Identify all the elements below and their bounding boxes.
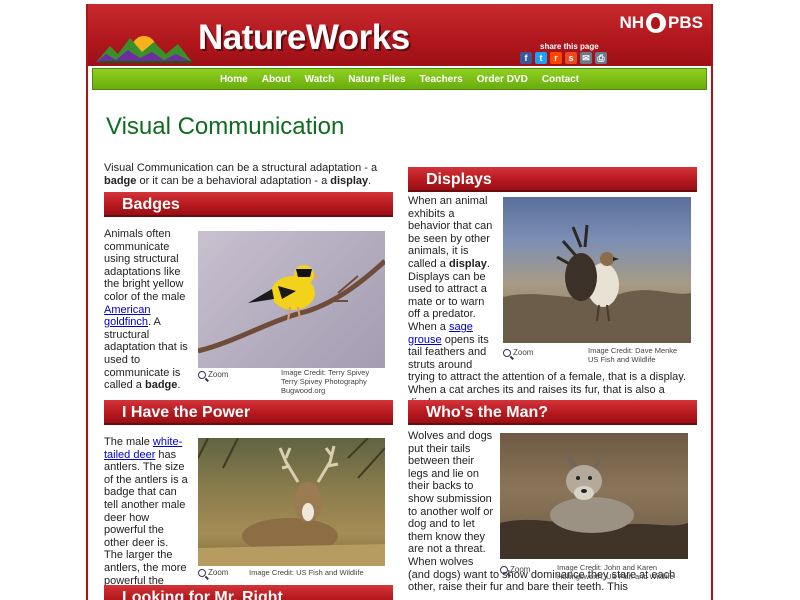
- zoom-label: Zoom: [208, 568, 229, 577]
- deer-credit: Image Credit: US Fish and Wildlife: [249, 568, 364, 577]
- section-heading-mr-right: Looking for Mr. Right: [104, 585, 393, 600]
- nhpbs-logo-pbs: PBS: [668, 13, 703, 32]
- reddit-icon[interactable]: r: [550, 52, 562, 64]
- goldfinch-photo[interactable]: [198, 231, 385, 368]
- credit-line: Terry Spivey Photography: [281, 377, 367, 386]
- intro-badge-term: badge: [104, 174, 137, 187]
- goldfinch-credit: Image Credit: Terry Spivey Terry Spivey …: [281, 368, 369, 395]
- print-icon[interactable]: ⎙: [595, 52, 607, 64]
- credit-line: Bugwood.org: [281, 386, 326, 395]
- intro-text-3: .: [368, 174, 372, 187]
- magnifier-icon: [198, 370, 206, 379]
- credit-line: US Fish and Wildlife: [588, 355, 656, 364]
- power-text-2: has antlers. The size of the antlers is …: [104, 448, 188, 600]
- stumbleupon-icon[interactable]: s: [565, 52, 577, 64]
- share-label: share this page: [540, 42, 599, 51]
- wolf-photo[interactable]: [500, 433, 688, 559]
- wolf-credit: Image Credit: John and Karen Hollingswor…: [557, 563, 674, 581]
- email-icon[interactable]: ✉: [580, 52, 592, 64]
- section-heading-power: I Have the Power: [104, 400, 393, 425]
- credit-line: Image Credit: Terry Spivey: [281, 368, 370, 377]
- sage-grouse-credit: Image Credit: Dave Menke US Fish and Wil…: [588, 346, 677, 364]
- section-heading-badges: Badges: [104, 192, 393, 217]
- section-heading-displays: Displays: [408, 167, 697, 192]
- nhpbs-logo[interactable]: NH PBS: [619, 13, 703, 33]
- intro-text-2: or it can be a behavioral adaptation - a: [136, 174, 331, 187]
- page-title: Visual Communication: [106, 113, 345, 140]
- pbs-head-icon: [646, 13, 667, 33]
- zoom-wolf[interactable]: Zoom: [500, 565, 530, 574]
- deer-photo[interactable]: [198, 438, 385, 566]
- main-nav: Home About Watch Nature Files Teachers Order …: [92, 68, 707, 90]
- nav-teachers[interactable]: Teachers: [413, 74, 470, 85]
- nav-nature-files[interactable]: Nature Files: [341, 74, 412, 85]
- badges-text: Animals often communicate using structur…: [104, 228, 189, 392]
- magnifier-icon: [500, 565, 508, 574]
- zoom-label: Zoom: [510, 565, 531, 574]
- nav-watch[interactable]: Watch: [298, 74, 342, 85]
- facebook-icon[interactable]: f: [520, 52, 532, 64]
- site-title[interactable]: NatureWorks: [198, 18, 410, 58]
- credit-line: Image Credit: John and Karen: [557, 563, 658, 572]
- display-term: display: [448, 257, 487, 270]
- sage-grouse-image-art: [503, 224, 691, 343]
- twitter-icon[interactable]: t: [535, 52, 547, 64]
- credit-line: Image Credit: Dave Menke: [588, 346, 678, 355]
- nav-home[interactable]: Home: [213, 74, 255, 85]
- magnifier-icon: [503, 348, 511, 357]
- badge-term: badge: [144, 379, 178, 392]
- nav-about[interactable]: About: [255, 74, 298, 85]
- intro-text-1: Visual Communication can be a structural…: [104, 162, 378, 174]
- nav-order-dvd[interactable]: Order DVD: [470, 74, 535, 85]
- nhpbs-logo-nh: NH: [619, 13, 645, 32]
- intro-display-term: display: [330, 174, 369, 187]
- credit-line: Hollingsworth, US Fish and Wildlife: [557, 572, 674, 581]
- magnifier-icon: [198, 568, 206, 577]
- goldfinch-image-art: [198, 259, 385, 354]
- zoom-label: Zoom: [513, 348, 534, 357]
- power-text-1: The male: [104, 436, 153, 448]
- section-heading-whos-man: Who's the Man?: [408, 400, 697, 425]
- zoom-deer[interactable]: Zoom: [198, 568, 228, 577]
- sage-grouse-photo[interactable]: [503, 197, 691, 343]
- site-header: NatureWorks NH PBS share this page f t r s ✉…: [88, 4, 711, 66]
- deer-image-art: [198, 438, 385, 566]
- power-text: The male white-tailed deer has antlers. …: [104, 436, 189, 600]
- intro-paragraph: Visual Communication can be a structural…: [104, 162, 394, 187]
- nav-contact[interactable]: Contact: [535, 74, 586, 85]
- wolf-image-art: [500, 453, 688, 559]
- natureworks-logo-icon[interactable]: [96, 28, 192, 64]
- zoom-sage-grouse[interactable]: Zoom: [503, 348, 533, 357]
- share-icons: f t r s ✉ ⎙: [520, 52, 607, 64]
- page-frame: NatureWorks NH PBS share this page f t r s ✉…: [86, 4, 713, 600]
- zoom-label: Zoom: [208, 370, 229, 379]
- zoom-goldfinch[interactable]: Zoom: [198, 370, 228, 379]
- credit-line: Image Credit: US Fish and Wildlife: [249, 568, 364, 577]
- link-american-goldfinch[interactable]: American goldfinch: [104, 304, 150, 329]
- badges-text-1: Animals often communicate using structur…: [104, 228, 186, 303]
- badges-text-3: .: [177, 379, 181, 392]
